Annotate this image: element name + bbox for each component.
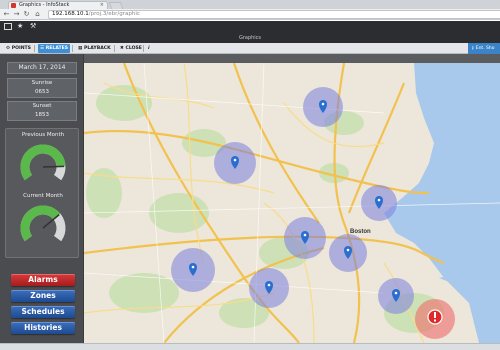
browser-toolbar: ← → ↻ ⌂ 192.168.10.1/proj.3/ebr/graphic bbox=[0, 9, 500, 20]
alarms-button[interactable]: Alarms bbox=[11, 274, 75, 286]
menu-separator bbox=[34, 45, 35, 52]
new-tab-button[interactable] bbox=[108, 2, 124, 9]
app-header-strip: ★ ⚒ bbox=[0, 21, 500, 33]
sunrise-label: Sunrise bbox=[31, 80, 53, 86]
current-month-label: Current Month bbox=[23, 193, 63, 199]
map-canvas[interactable]: Boston bbox=[84, 63, 500, 343]
menu-points-label: POINTS bbox=[11, 46, 31, 51]
close-tab-icon[interactable]: × bbox=[100, 2, 104, 9]
forward-icon[interactable]: → bbox=[12, 10, 21, 19]
alert-icon[interactable] bbox=[427, 309, 443, 325]
url-host: 192.168.10.1 bbox=[52, 11, 89, 17]
right-toolbar-button[interactable]: ⚷ Ent. Sho bbox=[468, 43, 500, 54]
app-title: Graphics bbox=[238, 35, 262, 41]
status-bar bbox=[0, 343, 500, 350]
map-pin-dot bbox=[346, 248, 350, 252]
zones-button[interactable]: Zones bbox=[11, 290, 75, 302]
sunrise-value: 0653 bbox=[35, 89, 49, 95]
tab-title: Graphics - InfoStack bbox=[19, 2, 70, 8]
map-pin-dot bbox=[233, 158, 237, 162]
zone-marker[interactable] bbox=[214, 142, 256, 184]
zone-marker[interactable] bbox=[249, 268, 289, 308]
menu-points[interactable]: ⚙ POINTS bbox=[4, 44, 33, 53]
browser-tab-strip: Graphics - InfoStack × bbox=[0, 0, 500, 9]
zone-marker[interactable] bbox=[329, 234, 367, 272]
back-icon[interactable]: ← bbox=[2, 10, 11, 19]
menu-separator bbox=[72, 45, 73, 52]
browser-window: { "browser": { "tab_title": "Graphics - … bbox=[0, 0, 500, 350]
menu-playback[interactable]: ▦ PLAYBACK bbox=[76, 44, 113, 53]
sunset-label: Sunset bbox=[32, 103, 52, 109]
home-icon[interactable]: ⌂ bbox=[33, 10, 42, 19]
zone-marker[interactable] bbox=[284, 217, 326, 259]
menu-relates-label: RELATES bbox=[45, 46, 69, 51]
app-menu-bar: ⚙ POINTS ☰ RELATES ▦ PLAYBACK ✖ CLOSE i … bbox=[0, 43, 500, 54]
zone-marker[interactable] bbox=[361, 185, 397, 221]
map-view[interactable]: Boston bbox=[84, 63, 500, 343]
histories-button[interactable]: Histories bbox=[11, 322, 75, 334]
menu-separator bbox=[114, 45, 115, 52]
sunrise-box: Sunrise 0653 bbox=[7, 78, 77, 98]
menu-playback-label: PLAYBACK bbox=[83, 46, 111, 51]
sidebar: March 17, 2014 Sunrise 0653 Sunset 1853 … bbox=[0, 54, 84, 343]
zone-marker[interactable] bbox=[171, 248, 215, 292]
map-pin-dot bbox=[191, 265, 195, 269]
map-pin-dot bbox=[321, 102, 325, 106]
zone-marker[interactable] bbox=[303, 87, 343, 127]
menu-close-label: CLOSE bbox=[125, 46, 142, 51]
map-pin-dot bbox=[303, 233, 307, 237]
previous-month-gauge-needle bbox=[42, 165, 65, 168]
reload-icon[interactable]: ↻ bbox=[22, 10, 31, 19]
browser-tab[interactable]: Graphics - InfoStack × bbox=[8, 1, 108, 9]
schedules-button[interactable]: Schedules bbox=[11, 306, 75, 318]
sunset-value: 1853 bbox=[35, 112, 49, 118]
menu-relates[interactable]: ☰ RELATES bbox=[38, 44, 71, 53]
previous-month-gauge bbox=[20, 144, 66, 181]
previous-month-label: Previous Month bbox=[21, 132, 65, 138]
window-icon[interactable] bbox=[4, 23, 12, 30]
date-display: March 17, 2014 bbox=[7, 62, 77, 74]
menu-separator bbox=[143, 45, 144, 52]
app-title-bar: Graphics bbox=[0, 33, 500, 43]
menu-info[interactable]: i bbox=[146, 44, 152, 53]
right-toolbar-button-label: Ent. Sho bbox=[475, 46, 495, 51]
sunset-box: Sunset 1853 bbox=[7, 101, 77, 121]
alarm-marker[interactable] bbox=[415, 299, 455, 339]
map-pin-dot bbox=[394, 291, 398, 295]
city-label-boston: Boston bbox=[350, 229, 371, 235]
url-path: /proj.3/ebr/graphic bbox=[88, 11, 140, 17]
energy-gauges-panel: Previous Month Current Month bbox=[5, 128, 79, 258]
address-bar[interactable]: 192.168.10.1/proj.3/ebr/graphic bbox=[48, 10, 500, 19]
map-top-border bbox=[84, 54, 500, 63]
zone-marker[interactable] bbox=[378, 278, 414, 314]
favorite-star-icon[interactable]: ★ bbox=[17, 21, 23, 32]
map-pin-dot bbox=[267, 283, 271, 287]
menu-close[interactable]: ✖ CLOSE bbox=[118, 44, 144, 53]
current-month-gauge bbox=[20, 205, 66, 242]
favicon-icon bbox=[11, 3, 16, 8]
tools-icon[interactable]: ⚒ bbox=[30, 21, 36, 32]
map-pin-dot bbox=[377, 198, 381, 202]
